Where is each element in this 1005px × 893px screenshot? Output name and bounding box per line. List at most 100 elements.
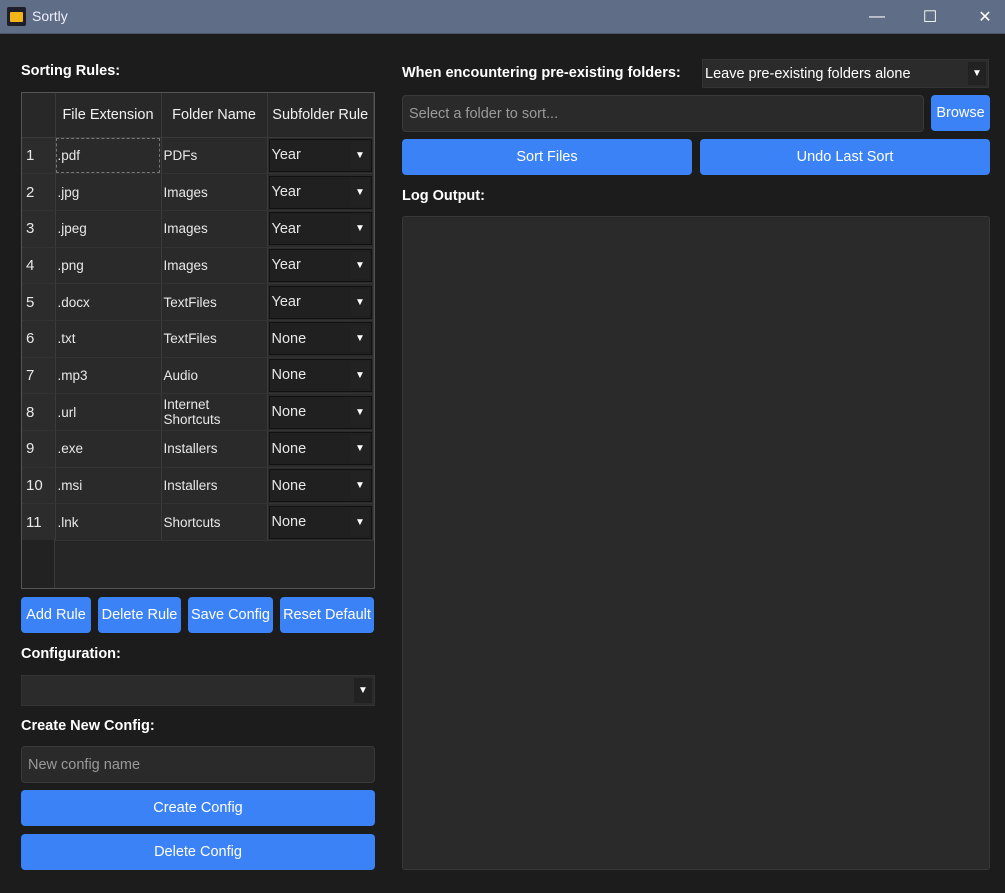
row-number: 1 bbox=[22, 137, 56, 175]
sorting-rules-label: Sorting Rules: bbox=[21, 63, 121, 79]
row-number: 8 bbox=[22, 393, 56, 431]
folder-name-cell[interactable]: Images bbox=[161, 210, 268, 248]
create-new-config-label: Create New Config: bbox=[21, 718, 155, 734]
minimize-button[interactable]: — bbox=[854, 0, 900, 34]
browse-button[interactable]: Browse bbox=[931, 95, 990, 131]
create-config-button[interactable]: Create Config bbox=[21, 790, 375, 826]
extension-cell[interactable]: .exe bbox=[55, 430, 162, 468]
folder-name-cell[interactable]: Internet Shortcuts bbox=[161, 393, 268, 431]
column-header-extension: File Extension bbox=[55, 93, 162, 138]
subfolder-rule-cell: None ▼ bbox=[267, 503, 374, 542]
app-folder-icon bbox=[7, 7, 26, 26]
row-number: 5 bbox=[22, 283, 56, 321]
chevron-down-icon: ▼ bbox=[351, 141, 369, 169]
folder-name-cell[interactable]: Audio bbox=[161, 357, 268, 395]
preexisting-folders-dropdown[interactable]: Leave pre-existing folders alone ▼ bbox=[702, 59, 989, 88]
subfolder-rule-value: Year bbox=[271, 147, 301, 164]
extension-cell[interactable]: .jpeg bbox=[55, 210, 162, 248]
extension-cell[interactable]: .docx bbox=[55, 283, 162, 321]
subfolder-rule-cell: None ▼ bbox=[267, 393, 374, 431]
maximize-button[interactable]: ☐ bbox=[907, 0, 953, 34]
extension-cell[interactable]: .lnk bbox=[55, 503, 162, 542]
close-button[interactable]: ✕ bbox=[962, 0, 1005, 34]
subfolder-rule-value: Year bbox=[271, 184, 301, 201]
chevron-down-icon: ▼ bbox=[351, 472, 369, 500]
log-output-area[interactable] bbox=[402, 216, 990, 870]
subfolder-rule-dropdown[interactable]: None ▼ bbox=[268, 358, 372, 392]
folder-name-cell[interactable]: Shortcuts bbox=[161, 503, 268, 542]
subfolder-rule-dropdown[interactable]: None ▼ bbox=[268, 432, 372, 466]
subfolder-rule-dropdown[interactable]: Year ▼ bbox=[268, 248, 372, 282]
subfolder-rule-value: None bbox=[271, 404, 307, 421]
table-row: 8 .url Internet Shortcuts None ▼ bbox=[22, 393, 374, 431]
folder-name-cell[interactable]: Images bbox=[161, 247, 268, 285]
chevron-down-icon: ▼ bbox=[351, 361, 369, 389]
subfolder-rule-cell: None ▼ bbox=[267, 467, 374, 505]
subfolder-rule-value: Year bbox=[271, 220, 301, 237]
folder-name-cell[interactable]: Installers bbox=[161, 467, 268, 505]
table-row: 1 .pdf PDFs Year ▼ bbox=[22, 137, 374, 175]
extension-cell[interactable]: .msi bbox=[55, 467, 162, 505]
table-row: 4 .png Images Year ▼ bbox=[22, 247, 374, 285]
configuration-label: Configuration: bbox=[21, 646, 121, 662]
chevron-down-icon: ▼ bbox=[351, 325, 369, 353]
subfolder-rule-value: None bbox=[271, 514, 307, 531]
extension-cell[interactable]: .mp3 bbox=[55, 357, 162, 395]
subfolder-rule-dropdown[interactable]: None ▼ bbox=[268, 395, 372, 429]
save-config-button[interactable]: Save Config bbox=[188, 597, 273, 633]
subfolder-rule-dropdown[interactable]: None ▼ bbox=[268, 469, 372, 503]
rules-table: File Extension Folder Name Subfolder Rul… bbox=[21, 92, 375, 589]
folder-name-cell[interactable]: Images bbox=[161, 173, 268, 211]
log-output-label: Log Output: bbox=[402, 188, 485, 204]
folder-name-cell[interactable]: TextFiles bbox=[161, 320, 268, 358]
subfolder-rule-value: None bbox=[271, 367, 307, 384]
reset-default-button[interactable]: Reset Default bbox=[280, 597, 374, 633]
delete-rule-button[interactable]: Delete Rule bbox=[98, 597, 181, 633]
subfolder-rule-cell: None ▼ bbox=[267, 357, 374, 395]
chevron-down-icon: ▼ bbox=[351, 251, 369, 279]
subfolder-rule-value: None bbox=[271, 440, 307, 457]
folder-name-cell[interactable]: Installers bbox=[161, 430, 268, 468]
folder-name-cell[interactable]: PDFs bbox=[161, 137, 268, 175]
undo-last-sort-button[interactable]: Undo Last Sort bbox=[700, 139, 990, 175]
folder-name-cell[interactable]: TextFiles bbox=[161, 283, 268, 321]
subfolder-rule-value: None bbox=[271, 477, 307, 494]
subfolder-rule-cell: Year ▼ bbox=[267, 283, 374, 321]
extension-cell[interactable]: .pdf bbox=[55, 137, 162, 175]
column-header-subfolder-rule: Subfolder Rule bbox=[267, 93, 374, 138]
corner-header bbox=[22, 93, 56, 138]
subfolder-rule-cell: Year ▼ bbox=[267, 210, 374, 248]
subfolder-rule-dropdown[interactable]: None ▼ bbox=[268, 322, 372, 356]
subfolder-rule-dropdown[interactable]: Year ▼ bbox=[268, 175, 372, 209]
extension-cell[interactable]: .url bbox=[55, 393, 162, 431]
subfolder-rule-dropdown[interactable]: Year ▼ bbox=[268, 212, 372, 246]
row-number: 2 bbox=[22, 173, 56, 211]
chevron-down-icon: ▼ bbox=[351, 288, 369, 316]
new-config-name-input[interactable]: New config name bbox=[21, 746, 375, 783]
window-title: Sortly bbox=[32, 8, 68, 24]
subfolder-rule-dropdown[interactable]: None ▼ bbox=[268, 505, 372, 539]
subfolder-rule-dropdown[interactable]: Year ▼ bbox=[268, 138, 372, 172]
table-row: 2 .jpg Images Year ▼ bbox=[22, 173, 374, 211]
row-header-filler bbox=[22, 540, 55, 588]
folder-path-input[interactable]: Select a folder to sort... bbox=[402, 95, 924, 132]
table-row: 3 .jpeg Images Year ▼ bbox=[22, 210, 374, 248]
column-header-folder: Folder Name bbox=[161, 93, 268, 138]
extension-cell[interactable]: .png bbox=[55, 247, 162, 285]
subfolder-rule-dropdown[interactable]: Year ▼ bbox=[268, 285, 372, 319]
subfolder-rule-cell: Year ▼ bbox=[267, 137, 374, 175]
row-number: 9 bbox=[22, 430, 56, 468]
add-rule-button[interactable]: Add Rule bbox=[21, 597, 91, 633]
table-row: 5 .docx TextFiles Year ▼ bbox=[22, 283, 374, 321]
row-number: 3 bbox=[22, 210, 56, 248]
preexisting-folders-label: When encountering pre-existing folders: bbox=[402, 65, 681, 81]
table-row: 9 .exe Installers None ▼ bbox=[22, 430, 374, 468]
configuration-dropdown[interactable]: ▼ bbox=[21, 675, 375, 706]
delete-config-button[interactable]: Delete Config bbox=[21, 834, 375, 870]
subfolder-rule-cell: None ▼ bbox=[267, 430, 374, 468]
sort-files-button[interactable]: Sort Files bbox=[402, 139, 692, 175]
row-number: 7 bbox=[22, 357, 56, 395]
row-number: 4 bbox=[22, 247, 56, 285]
extension-cell[interactable]: .txt bbox=[55, 320, 162, 358]
extension-cell[interactable]: .jpg bbox=[55, 173, 162, 211]
